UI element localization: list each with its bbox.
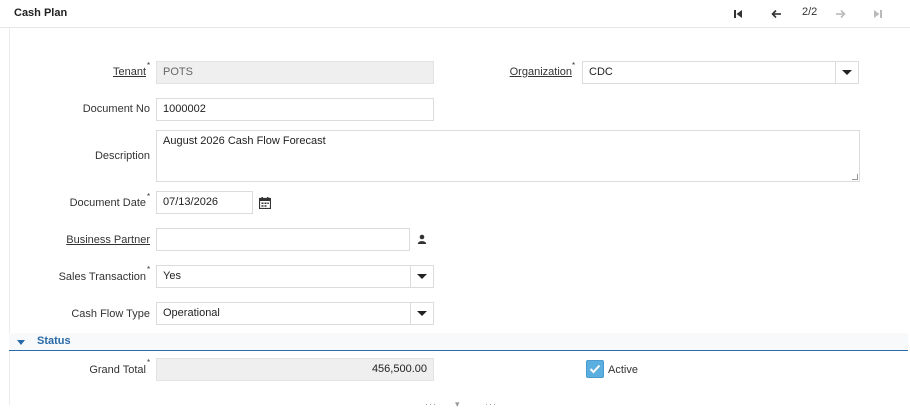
business-partner-search-button[interactable] [413,230,431,248]
checkmark-icon [589,364,601,374]
collapse-icon [17,340,25,345]
required-marker: * [147,61,151,70]
document-no-label: Document No [82,103,150,115]
cash-flow-type-select[interactable]: Operational [156,302,434,325]
sales-transaction-select[interactable]: Yes [156,265,434,288]
cash-flow-type-dropdown-button[interactable] [410,302,434,325]
status-section-title: Status [37,335,71,347]
status-section-header[interactable]: Status [9,333,908,351]
resize-handle-icon[interactable] [852,174,858,180]
last-record-icon [874,10,882,18]
tenant-label[interactable]: Tenant [113,66,146,78]
chevron-down-icon [417,311,427,316]
calendar-icon [259,197,271,209]
first-record-button[interactable] [730,6,746,22]
document-no-field[interactable]: 1000002 [156,98,434,121]
active-label: Active [608,364,638,376]
description-value: August 2026 Cash Flow Forecast [163,135,326,147]
sales-transaction-dropdown-button[interactable] [410,265,434,288]
previous-record-icon [770,9,781,19]
business-partner-label[interactable]: Business Partner [66,234,150,246]
chevron-down-icon [417,274,427,279]
active-checkbox[interactable] [586,360,604,378]
window-header: Cash Plan 2/2 [0,0,910,28]
business-partner-field[interactable] [156,228,410,251]
cash-flow-type-value: Operational [163,307,220,319]
required-marker: * [147,358,151,367]
grand-total-label: Grand Total [89,364,146,376]
splitter-grip-icon[interactable]: ··· [425,399,437,409]
document-date-field[interactable]: 07/13/2026 [156,191,253,214]
document-date-label: Document Date [69,197,146,209]
next-record-button[interactable] [832,6,848,22]
last-record-button[interactable] [870,6,886,22]
organization-value: CDC [589,66,613,78]
record-pager: 2/2 [802,6,818,18]
sales-transaction-value: Yes [163,270,181,282]
required-marker: * [147,192,151,201]
organization-label[interactable]: Organization [510,66,572,78]
sales-transaction-label: Sales Transaction [58,271,146,283]
first-record-icon [734,10,742,18]
tenant-field: POTS [156,61,434,84]
description-label: Description [94,150,150,162]
chevron-down-icon [842,70,852,75]
description-textarea[interactable]: August 2026 Cash Flow Forecast [156,130,860,182]
previous-record-button[interactable] [768,6,784,22]
calendar-button[interactable] [256,194,274,212]
organization-dropdown-button[interactable] [835,61,859,84]
splitter-grip-icon[interactable]: ··· [485,399,497,409]
organization-select[interactable]: CDC [582,61,859,84]
grand-total-field: 456,500.00 [156,358,434,381]
window-title: Cash Plan [14,7,68,19]
required-marker: * [147,265,151,274]
cash-flow-type-label: Cash Flow Type [71,308,150,320]
person-icon [417,234,427,244]
required-marker: * [572,61,576,70]
next-record-icon [835,9,846,19]
